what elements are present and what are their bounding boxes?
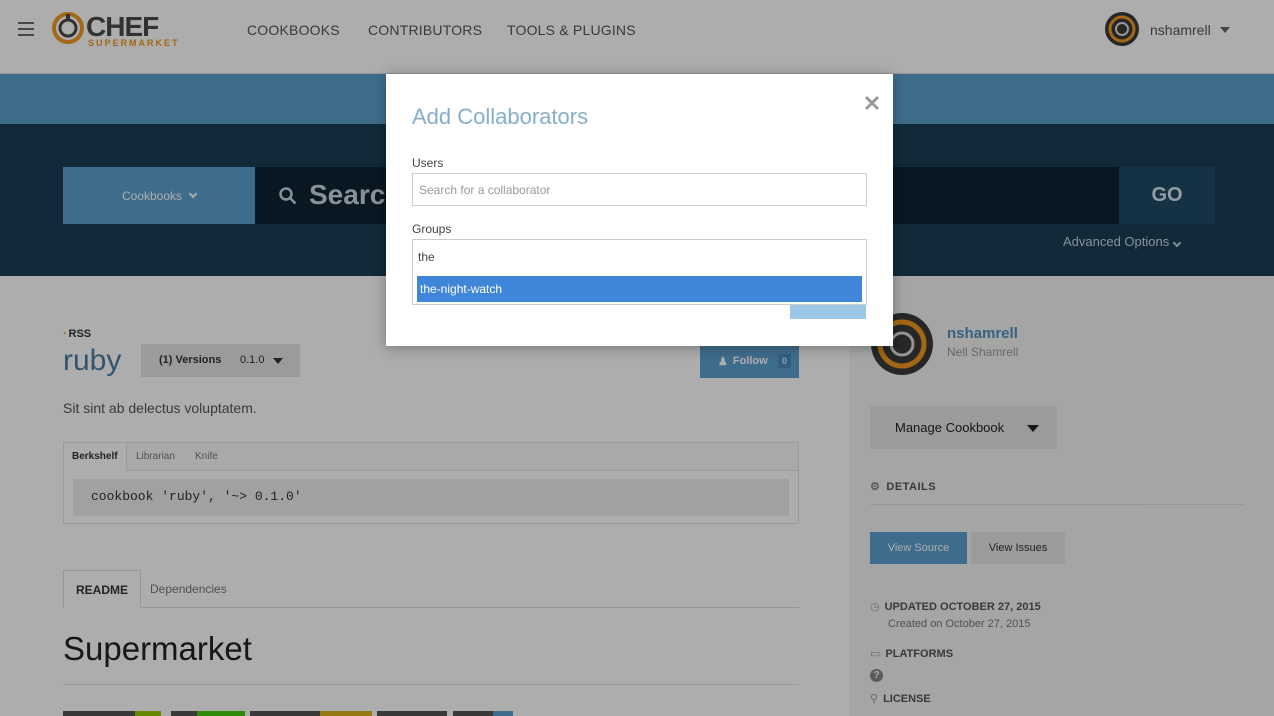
groups-search-input[interactable]: the the-night-watch bbox=[412, 239, 867, 305]
users-label: Users bbox=[412, 156, 444, 170]
modal-title: Add Collaborators bbox=[412, 104, 589, 129]
groups-typed-value: the bbox=[418, 250, 435, 264]
add-collaborators-modal: Add Collaborators Users Groups the the-n… bbox=[386, 74, 893, 346]
users-search-input[interactable] bbox=[412, 173, 867, 206]
add-collaborators-submit-button[interactable] bbox=[790, 305, 866, 319]
autocomplete-option[interactable]: the-night-watch bbox=[417, 276, 862, 302]
close-icon[interactable] bbox=[863, 94, 881, 112]
groups-label: Groups bbox=[412, 222, 452, 236]
